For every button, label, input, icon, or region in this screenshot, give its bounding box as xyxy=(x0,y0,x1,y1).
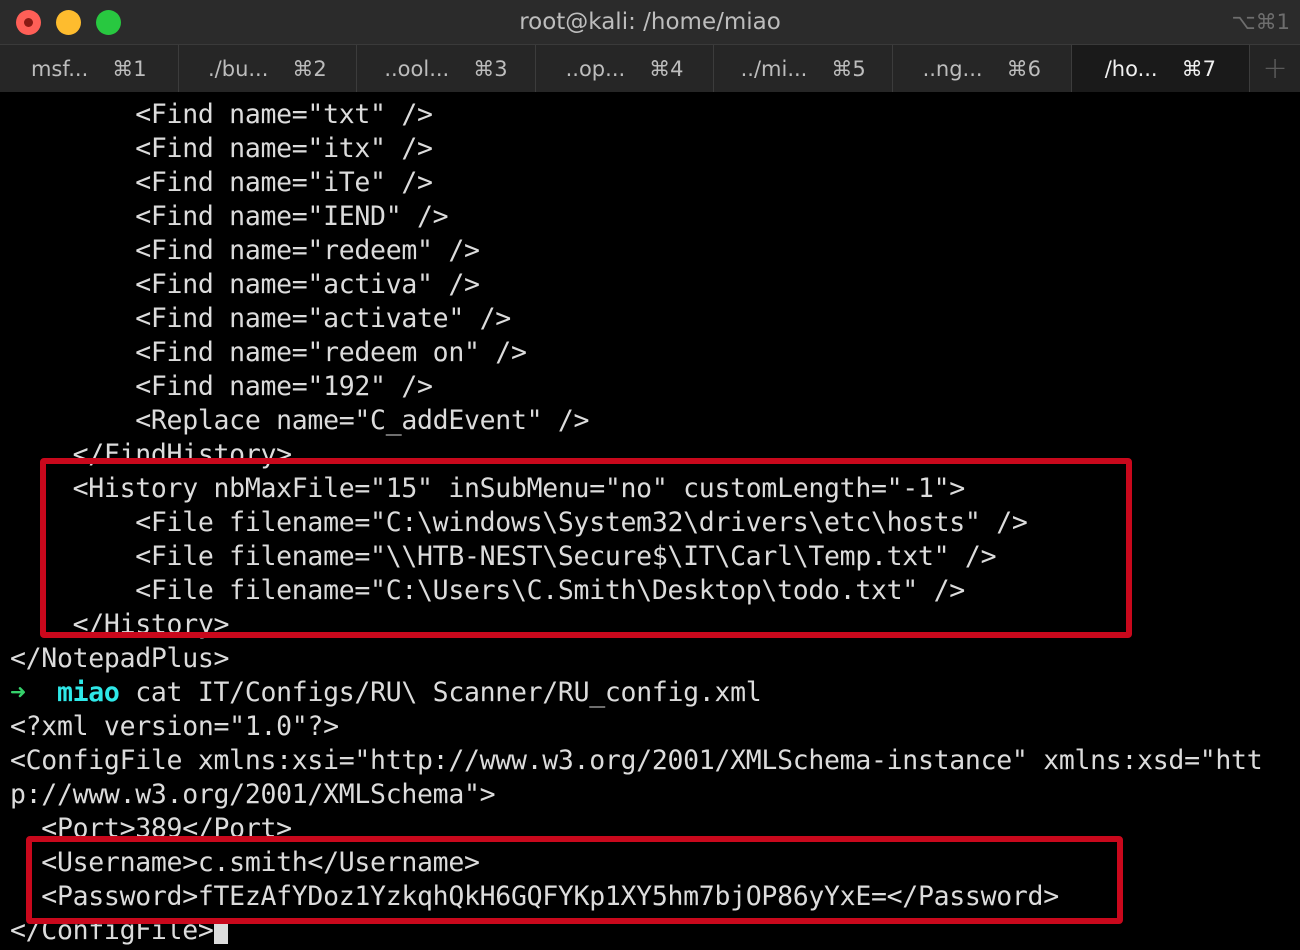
tab-6[interactable]: ..ng... ⌘6 xyxy=(892,45,1072,92)
tab-label: ../mi... xyxy=(740,56,808,81)
prompt-directory: miao xyxy=(56,677,120,708)
highlight-box-history xyxy=(40,458,1132,638)
terminal-line: <Find name="activa" /> xyxy=(10,269,480,300)
tab-label: /ho... xyxy=(1104,56,1158,81)
terminal-line: <Find name="iTe" /> xyxy=(10,167,433,198)
tab-shortcut: ⌘6 xyxy=(1006,56,1041,81)
tab-shortcut: ⌘7 xyxy=(1181,56,1216,81)
tab-label: ..op... xyxy=(565,56,626,81)
prompt-line: ➜ miao cat IT/Configs/RU\ Scanner/RU_con… xyxy=(10,676,762,710)
tab-4[interactable]: ..op... ⌘4 xyxy=(535,45,715,92)
terminal-line: <Find name="activate" /> xyxy=(10,303,511,334)
tab-label: ./bu... xyxy=(207,56,269,81)
tab-shortcut: ⌘5 xyxy=(831,56,866,81)
tab-5[interactable]: ../mi... ⌘5 xyxy=(714,45,893,92)
terminal-line: <?xml version="1.0"?> xyxy=(10,711,339,742)
terminal-line: <ConfigFile xmlns:xsi="http://www.w3.org… xyxy=(10,745,1263,776)
terminal-line: <Find name="192" /> xyxy=(10,371,433,402)
terminal-line: <Find name="redeem on" /> xyxy=(10,337,527,368)
tab-7-active[interactable]: /ho... ⌘7 xyxy=(1071,45,1251,92)
tab-shortcut: ⌘4 xyxy=(649,56,684,81)
tab-bar: msf... ⌘1 ./bu... ⌘2 ..ool... ⌘3 ..op... ⌘4 … xyxy=(0,44,1300,92)
terminal-line: <Replace name="C_addEvent" /> xyxy=(10,405,590,436)
tab-shortcut: ⌘3 xyxy=(473,56,508,81)
tab-shortcut: ⌘2 xyxy=(292,56,327,81)
prompt-arrow-icon: ➜ xyxy=(10,677,26,708)
tab-3[interactable]: ..ool... ⌘3 xyxy=(357,45,536,92)
terminal-line: <Find name="IEND" /> xyxy=(10,201,449,232)
new-tab-button[interactable]: + xyxy=(1250,45,1300,92)
terminal-line: p://www.w3.org/2001/XMLSchema"> xyxy=(10,779,496,810)
terminal-line: <Find name="redeem" /> xyxy=(10,235,480,266)
title-bar: root@kali: /home/miao ⌥⌘1 xyxy=(0,0,1300,44)
terminal-line: <Find name="txt" /> xyxy=(10,99,433,130)
tab-2[interactable]: ./bu... ⌘2 xyxy=(178,45,358,92)
tab-label: ..ool... xyxy=(384,56,450,81)
terminal-line: </NotepadPlus> xyxy=(10,643,230,674)
tab-shortcut: ⌘1 xyxy=(112,56,147,81)
tab-1[interactable]: msf... ⌘1 xyxy=(0,45,179,92)
prompt-command: cat IT/Configs/RU\ Scanner/RU_config.xml xyxy=(135,677,762,708)
terminal-line: <Find name="itx" /> xyxy=(10,133,433,164)
tab-label: msf... xyxy=(30,56,89,81)
window-title: root@kali: /home/miao xyxy=(519,9,781,35)
tab-label: ..ng... xyxy=(922,56,983,81)
terminal-window: root@kali: /home/miao ⌥⌘1 msf... ⌘1 ./bu.… xyxy=(0,0,1300,950)
terminal-output[interactable]: <Find name="txt" /> <Find name="itx" /> … xyxy=(0,92,1300,950)
highlight-box-credentials xyxy=(26,836,1123,924)
window-shortcut: ⌥⌘1 xyxy=(1231,10,1290,34)
